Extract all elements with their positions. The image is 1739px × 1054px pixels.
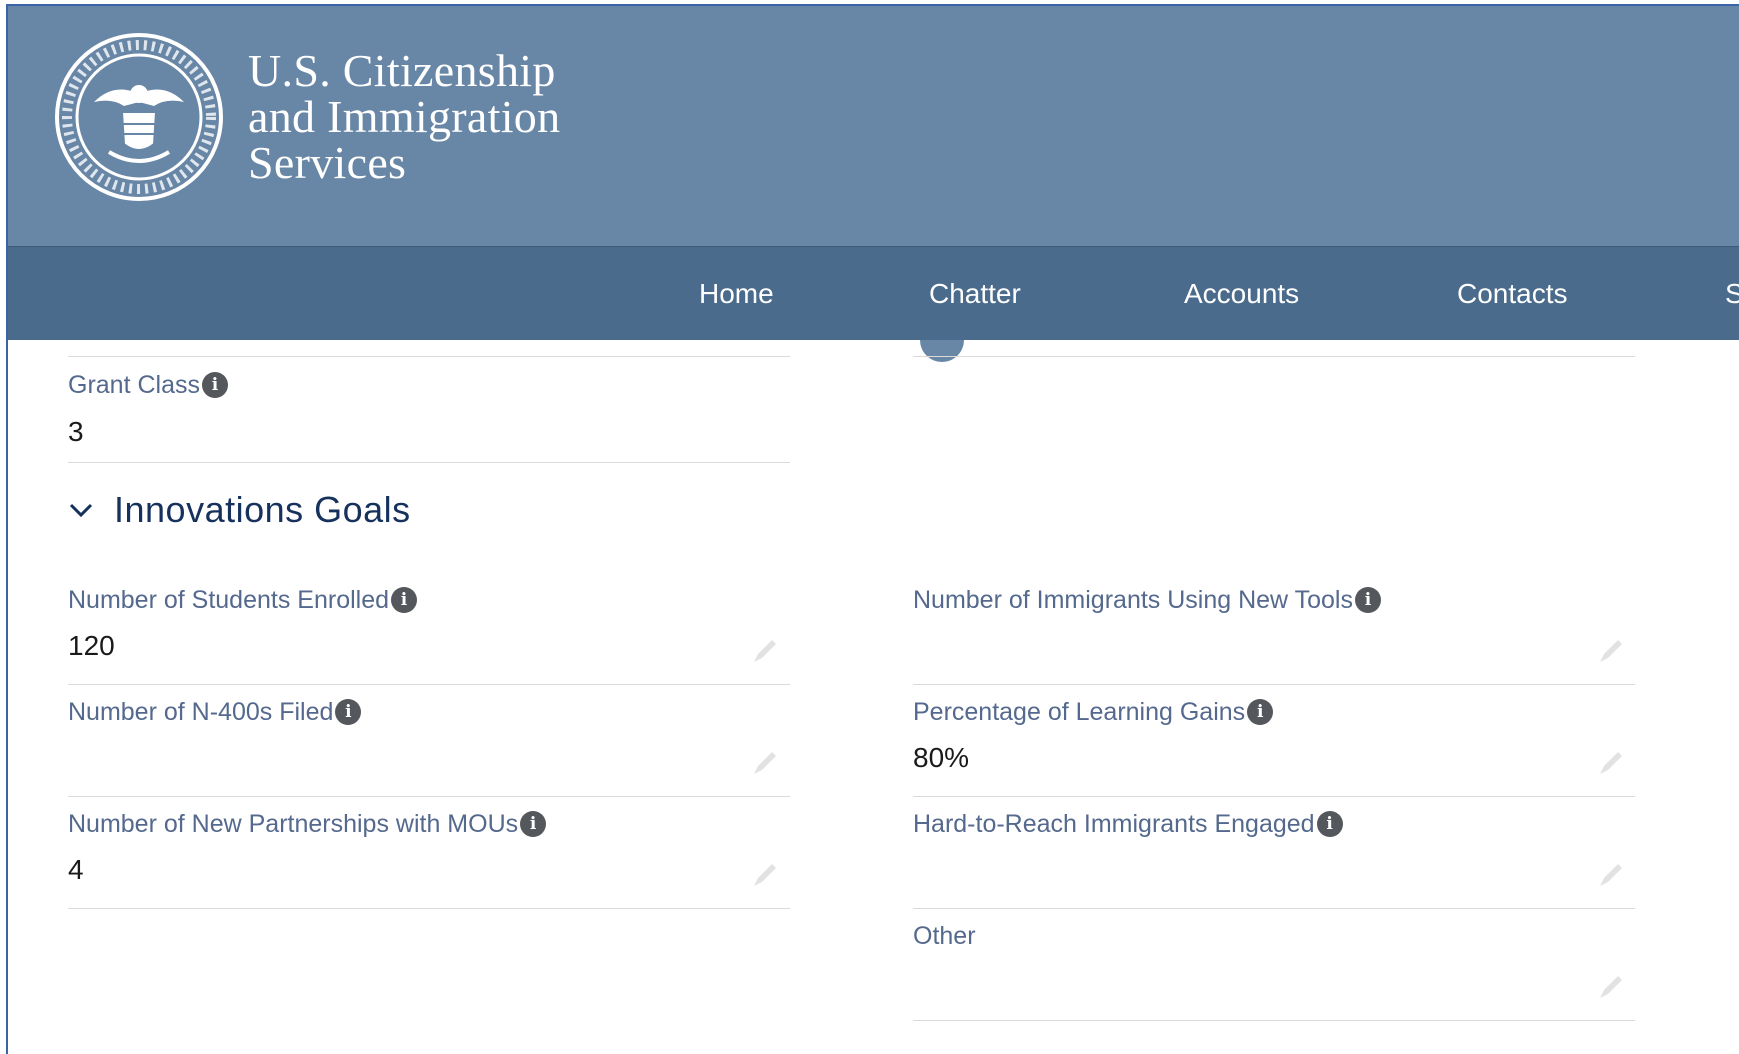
partnerships-mous-label-text: Number of New Partnerships with MOUs — [68, 810, 519, 838]
pencil-icon[interactable] — [750, 748, 780, 778]
divider — [68, 796, 790, 797]
other-label-text: Other — [913, 922, 976, 950]
learning-gains-label-text: Percentage of Learning Gains — [913, 698, 1246, 726]
learning-gains-value: 80% — [913, 742, 970, 773]
divider — [68, 908, 790, 909]
innovations-goals-section-toggle[interactable]: Innovations Goals — [66, 490, 411, 530]
divider — [913, 796, 1635, 797]
pencil-icon[interactable] — [1596, 748, 1626, 778]
info-icon[interactable]: i — [201, 372, 228, 398]
header-banner: U.S. Citizenship and Immigration Service… — [8, 6, 1739, 246]
hard-to-reach-label-text: Hard-to-Reach Immigrants Engaged — [913, 810, 1315, 838]
partnerships-mous-value: 4 — [68, 854, 84, 885]
students-enrolled-label-text: Number of Students Enrolled — [68, 586, 390, 614]
info-icon[interactable]: i — [520, 811, 547, 837]
section-title: Innovations Goals — [114, 489, 411, 530]
n400-filed-label-text: Number of N-400s Filed — [68, 698, 334, 726]
agency-name-line2: and Immigration — [248, 91, 561, 142]
nav-item-accounts[interactable]: Accounts — [1184, 277, 1299, 311]
students-enrolled-label: Number of Students Enrolled i — [68, 585, 418, 615]
pencil-icon[interactable] — [1596, 636, 1626, 666]
pencil-icon[interactable] — [750, 860, 780, 890]
info-icon[interactable]: i — [1316, 811, 1343, 837]
learning-gains-label: Percentage of Learning Gains i — [913, 697, 1274, 727]
nav-item-truncated[interactable]: S — [1725, 277, 1739, 311]
agency-name-line1: U.S. Citizenship — [248, 45, 556, 96]
divider — [68, 462, 790, 463]
info-icon[interactable]: i — [335, 699, 362, 725]
grant-class-value: 3 — [68, 416, 84, 447]
divider — [913, 356, 1635, 357]
divider — [68, 356, 790, 357]
divider — [913, 908, 1635, 909]
info-icon[interactable]: i — [1354, 587, 1381, 613]
dhs-seal-icon — [55, 33, 223, 201]
info-icon[interactable]: i — [391, 587, 418, 613]
pencil-icon[interactable] — [1596, 860, 1626, 890]
agency-name: U.S. Citizenship and Immigration Service… — [248, 48, 560, 186]
students-enrolled-value: 120 — [68, 630, 115, 661]
avatar — [920, 340, 964, 362]
app-frame: U.S. Citizenship and Immigration Service… — [6, 4, 1739, 1054]
immigrants-new-tools-label-text: Number of Immigrants Using New Tools — [913, 586, 1353, 614]
divider — [913, 1020, 1635, 1021]
top-nav: Home Chatter Accounts Contacts S — [8, 246, 1739, 340]
nav-item-home[interactable]: Home — [699, 277, 774, 311]
nav-item-chatter[interactable]: Chatter — [929, 277, 1021, 311]
immigrants-new-tools-label: Number of Immigrants Using New Tools i — [913, 585, 1381, 615]
other-label: Other — [913, 921, 976, 951]
chevron-down-icon — [69, 503, 93, 518]
divider — [913, 684, 1635, 685]
info-icon[interactable]: i — [1247, 699, 1274, 725]
divider — [68, 684, 790, 685]
hard-to-reach-label: Hard-to-Reach Immigrants Engaged i — [913, 809, 1343, 839]
record-detail: Grant Class i 3 Innovations Goals Number… — [8, 340, 1739, 1054]
pencil-icon[interactable] — [750, 636, 780, 666]
agency-name-line3: Services — [248, 137, 407, 188]
n400-filed-label: Number of N-400s Filed i — [68, 697, 362, 727]
nav-item-contacts[interactable]: Contacts — [1457, 277, 1568, 311]
grant-class-label: Grant Class i — [68, 370, 228, 400]
pencil-icon[interactable] — [1596, 972, 1626, 1002]
partnerships-mous-label: Number of New Partnerships with MOUs i — [68, 809, 547, 839]
grant-class-label-text: Grant Class — [68, 371, 200, 399]
